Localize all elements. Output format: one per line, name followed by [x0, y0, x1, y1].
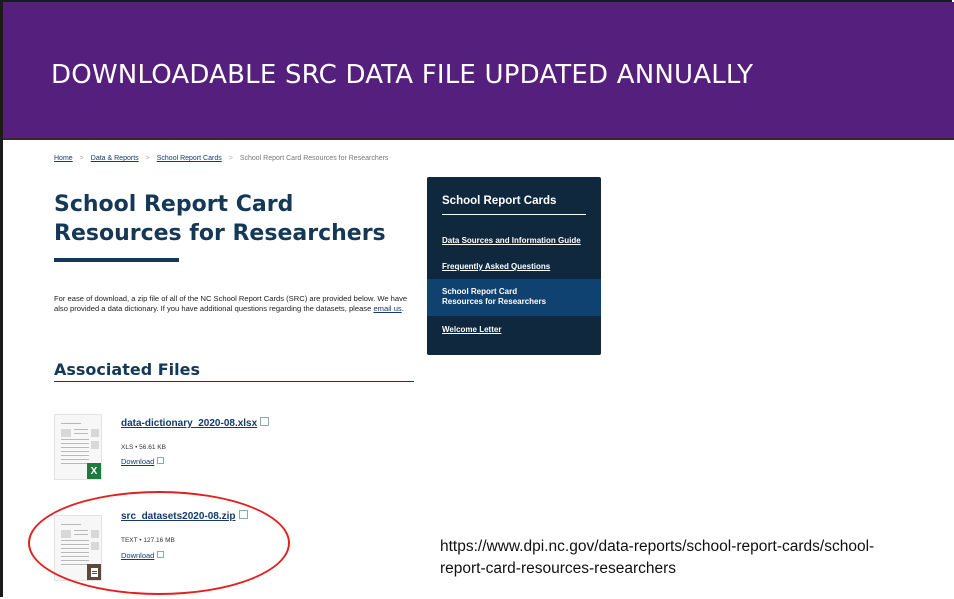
url-caption: https://www.dpi.nc.gov/data-reports/scho…	[440, 538, 875, 577]
sidebar-nav: School Report Cards Data Sources and Inf…	[427, 177, 601, 355]
page-title: School Report Card Resources for Researc…	[54, 192, 386, 246]
associated-files-heading: Associated Files	[54, 360, 200, 379]
sidebar-divider	[442, 214, 586, 215]
breadcrumb-separator-icon: >	[228, 155, 233, 162]
sidebar-title: School Report Cards	[442, 195, 557, 207]
breadcrumb-separator-icon: >	[79, 155, 84, 162]
breadcrumb-data-reports[interactable]: Data & Reports	[91, 155, 139, 162]
breadcrumb: Home > Data & Reports > School Report Cards >…	[54, 155, 388, 162]
external-link-icon	[157, 457, 165, 464]
breadcrumb-separator-icon: >	[145, 155, 150, 162]
breadcrumb-current: School Report Card Resources for Researc…	[239, 155, 389, 162]
sidebar-item-faq[interactable]: Frequently Asked Questions	[442, 262, 550, 272]
title-underline	[54, 258, 179, 262]
download-link[interactable]: Download	[121, 457, 165, 466]
excel-badge: X	[87, 463, 101, 479]
sidebar-item-data-sources[interactable]: Data Sources and Information Guide	[442, 236, 581, 246]
excel-file-icon[interactable]: X	[54, 414, 102, 480]
slide-header: DOWNLOADABLE SRC DATA FILE UPDATED ANNUA…	[3, 2, 954, 138]
file-link-data-dictionary[interactable]: data-dictionary_2020-08.xlsx	[121, 417, 270, 429]
file-meta: XLS • 56.61 KB	[121, 444, 166, 451]
red-highlight-oval	[28, 491, 290, 595]
associated-files-divider	[54, 381, 414, 382]
slide-title: DOWNLOADABLE SRC DATA FILE UPDATED ANNUA…	[51, 60, 754, 90]
intro-text: For ease of download, a zip file of all …	[54, 294, 408, 313]
email-us-link[interactable]: email us	[373, 304, 401, 313]
sidebar-item-welcome-letter[interactable]: Welcome Letter	[442, 325, 501, 335]
sidebar-item-resources-researchers[interactable]: School Report Card Resources for Researc…	[442, 287, 552, 307]
external-link-icon	[260, 417, 270, 426]
breadcrumb-home[interactable]: Home	[54, 155, 73, 162]
intro-end: .	[401, 303, 404, 313]
intro-paragraph: For ease of download, a zip file of all …	[54, 294, 419, 313]
header-divider	[3, 138, 954, 140]
breadcrumb-school-report-cards[interactable]: School Report Cards	[157, 155, 222, 162]
